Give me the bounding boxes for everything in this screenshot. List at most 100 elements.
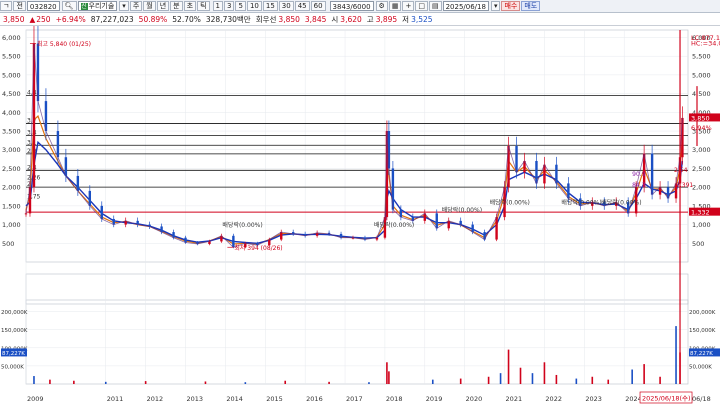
time-tick-label: 2018 <box>386 395 403 403</box>
price-tick-label-right: 1,000 <box>692 221 711 229</box>
low-value: 3,525 <box>411 14 433 24</box>
volume-bar <box>575 378 578 384</box>
date-input[interactable]: 2025/06/18 <box>442 1 489 11</box>
time-end-label: 06/18 <box>692 395 711 403</box>
volume-bar <box>531 373 534 384</box>
minute-button[interactable]: 45 <box>294 1 310 11</box>
time-tick-label: 2012 <box>147 395 164 403</box>
volume-bar <box>459 378 462 384</box>
buy-button[interactable]: 매수 <box>501 1 521 11</box>
magnifier-icon[interactable]: 🔍︎ <box>61 1 77 11</box>
grid-icon[interactable]: ▦ <box>388 1 402 11</box>
period-button[interactable]: 주 <box>129 1 143 11</box>
data-count-input[interactable]: 3843/6000 <box>329 1 374 11</box>
time-tick-label: 2024 <box>625 395 642 403</box>
right-axis-marker: 3,850 <box>691 114 710 122</box>
stock-name-dropdown[interactable]: ▾ <box>119 1 129 11</box>
market-badge: 신 <box>80 2 88 10</box>
volume-bar <box>368 382 370 384</box>
open-label: 시 <box>331 14 339 24</box>
volume-bar <box>244 382 247 384</box>
time-tick-label: 2022 <box>545 395 562 403</box>
time-tick-label: 2017 <box>346 395 363 403</box>
price-candle-body <box>100 205 103 219</box>
volume-bar <box>328 381 330 384</box>
prefix-button[interactable]: ㄱ <box>0 1 13 11</box>
period-button[interactable]: 월 <box>143 1 156 11</box>
price-tick-label-right: 5,500 <box>692 53 711 61</box>
price-tick-label: 2,000 <box>2 184 21 192</box>
current-price: 3,850 <box>3 14 25 24</box>
low-label: 저 <box>402 14 410 24</box>
minute-button[interactable]: 60 <box>310 1 326 11</box>
price-tick-label: 500 <box>2 240 14 248</box>
minute-button[interactable]: 10 <box>246 1 262 11</box>
stock-code-input[interactable]: 032820 <box>26 1 60 11</box>
date-picker-icon[interactable]: ▾ <box>490 1 501 11</box>
period-button[interactable]: 틱 <box>197 1 210 11</box>
stock-chart[interactable]: 4,43,73,43,12,92,42,2,261,75 최고 5,840 (0… <box>0 26 720 404</box>
list-button[interactable]: 전 <box>13 1 26 11</box>
chart-background <box>0 26 720 404</box>
right-annotation: 90.9 <box>632 171 646 178</box>
trade-value: 328,730백만 <box>205 14 251 24</box>
volume-bar <box>643 364 645 384</box>
price-candle-body <box>172 232 175 238</box>
settings-icon[interactable]: ⚙ <box>375 1 388 11</box>
minute-button-group: 1 3 5 10 15 30 45 60 <box>212 1 327 11</box>
volume-bar <box>555 374 558 384</box>
volume-bar <box>631 369 633 384</box>
sell-button[interactable]: 매도 <box>521 1 541 11</box>
volume-bar <box>204 381 207 384</box>
chart-annotation: 배당락(0.00%) <box>374 221 414 229</box>
time-tick-label: 2014 <box>226 395 243 403</box>
price-candle-body <box>76 175 80 191</box>
volume-bar <box>507 349 510 384</box>
minute-button[interactable]: 1 <box>212 1 223 11</box>
minute-button[interactable]: 30 <box>278 1 294 11</box>
volume-bar <box>104 381 107 384</box>
volume-bar <box>284 380 287 384</box>
price-tick-label-right: 3,000 <box>692 146 711 154</box>
volume-tick-label: 50,000K <box>1 364 24 370</box>
price-tick-label: 5,500 <box>2 53 21 61</box>
chart-annotation: 배당락(0.00%) <box>601 199 641 207</box>
price-tick-label: 3,000 <box>2 146 21 154</box>
volume-bar <box>487 376 490 384</box>
fit-icon[interactable]: □ <box>415 1 428 11</box>
price-tick-label: 6,000 <box>2 34 21 42</box>
period-button[interactable]: 년 <box>156 1 170 11</box>
price-candle-body <box>56 131 60 158</box>
right-annotation: 2,54 <box>674 167 688 174</box>
minute-button[interactable]: 15 <box>262 1 278 11</box>
price-tick-label: 5,000 <box>2 71 21 79</box>
price-tick-label: 3,500 <box>2 128 21 136</box>
volume-current-label-right: 87,227K <box>690 351 713 357</box>
volume-tick-label: 150,000K <box>1 328 28 334</box>
price-tick-label: 1,500 <box>2 202 21 210</box>
minute-button[interactable]: 5 <box>235 1 246 11</box>
time-tick-label: 2015 <box>266 395 283 403</box>
stock-name-field[interactable]: 신 우리기술 <box>77 1 118 11</box>
chart-annotation: 배당락(0.00%) <box>561 199 601 207</box>
right-annotation: 84.3 <box>632 182 646 189</box>
trade-volume: 87,227,023 <box>90 14 134 24</box>
price-candle-body <box>160 226 163 233</box>
price-change: 250 <box>36 14 51 24</box>
level-label: 4,4 <box>27 89 37 96</box>
price-candle-body <box>567 183 570 199</box>
chart-annotation: 배당락(0.00%) <box>442 206 482 214</box>
period-button-group: 주월년분초틱 <box>129 1 211 11</box>
price-tick-label-right: 2,500 <box>692 165 711 173</box>
period-button[interactable]: 초 <box>183 1 197 11</box>
chart-annotation: 배당락(0.00%) <box>222 221 262 229</box>
price-candle-body <box>447 220 450 229</box>
minute-button[interactable]: 3 <box>224 1 235 11</box>
period-button[interactable]: 분 <box>170 1 183 11</box>
volume-bar <box>33 376 35 384</box>
cursor-icon[interactable]: + <box>402 1 415 11</box>
calendar-icon[interactable]: ▤ <box>428 1 442 11</box>
chart-annotation: 최고 5,840 (01/25) <box>37 40 91 48</box>
volume-bar <box>499 373 502 384</box>
right-axis-marker: 6.94% <box>691 124 712 132</box>
